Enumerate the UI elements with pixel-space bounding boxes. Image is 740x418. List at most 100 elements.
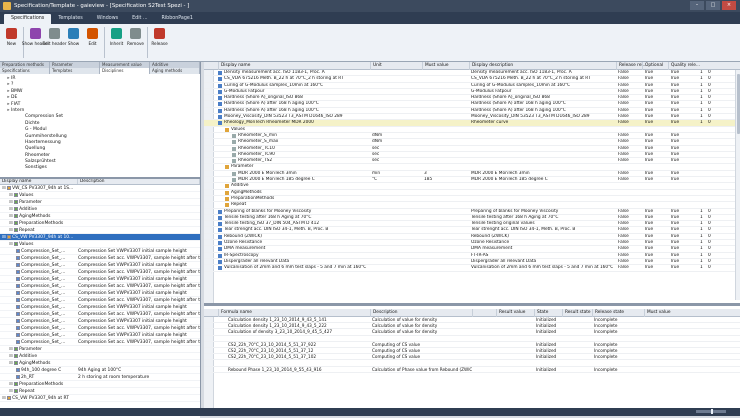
tab-templates[interactable]: Templates — [50, 68, 100, 74]
tree-row[interactable]: Compression_Set_... Compression Set acc. … — [0, 255, 200, 262]
tree-row[interactable]: ⊟ Values — [0, 192, 200, 199]
cell-r: False — [618, 265, 629, 271]
tree-row[interactable]: Compression_Set_... Compression Set VWPV3… — [0, 332, 200, 339]
tree-row[interactable]: Compression_Set_... Compression Set acc. … — [0, 325, 200, 332]
tab-aging-methods[interactable]: Aging methods — [150, 68, 200, 74]
node-icon — [14, 199, 19, 204]
row-icon — [232, 133, 236, 138]
menu-item[interactable]: Edit ... — [125, 14, 154, 24]
tree-row[interactable]: Compression_Set_... Compression Set acc. … — [0, 297, 200, 304]
tree-row[interactable]: Compression_Set_... Compression Set VWPV3… — [0, 248, 200, 255]
tree-row[interactable]: ⊟ Additive — [0, 353, 200, 360]
tree-row[interactable]: ⊟ PreparationMethods — [0, 381, 200, 388]
tree-row[interactable]: Compression_Set_... Compression Set acc. … — [0, 283, 200, 290]
edit-header-icon — [49, 28, 60, 39]
tree-display-name: ⊟ Values — [0, 241, 78, 247]
tree-row-name: Compression_Set_... — [21, 249, 66, 254]
tree-row[interactable]: ⊟ Parameter — [0, 199, 200, 206]
window-controls: – □ × — [690, 1, 736, 10]
menu-item[interactable]: Specifications — [4, 14, 52, 24]
tree-row[interactable]: ⊟ CS_VW PV3307_94h at RT — [0, 395, 200, 402]
tree-node-label: G - Modul — [25, 127, 47, 133]
tree-row[interactable]: ⊟ CS_VW PV3307_94h at 10... — [0, 234, 200, 241]
tree-node[interactable]: Sonstiges — [0, 165, 200, 171]
column-header[interactable]: Result state — [562, 309, 591, 317]
tree-row[interactable]: Compression_Set_... Compression Set acc. … — [0, 339, 200, 346]
tree-row[interactable]: ⊟ Values — [0, 241, 200, 248]
tree-row-description: Compression Set acc. VWPV3307, sample he… — [78, 312, 200, 317]
column-header[interactable] — [472, 309, 475, 317]
minimize-button[interactable]: – — [690, 1, 704, 10]
node-icon — [16, 339, 20, 344]
tree-row[interactable]: ⊟ Repeat — [0, 227, 200, 234]
formula-description: Calculation of Phase value from Rebound … — [372, 366, 472, 372]
tree-row-name: CS_VW PV3307_94h at 10... — [12, 235, 74, 240]
node-icon — [16, 297, 20, 302]
menu-item[interactable]: RibbonPage1 — [155, 14, 200, 24]
tree-row-description — [78, 241, 200, 247]
release-icon — [154, 28, 165, 39]
zoom-slider[interactable] — [696, 409, 726, 414]
column-header[interactable]: Display name — [218, 62, 250, 70]
tree-row-description — [78, 360, 200, 366]
test-methods-header: Display name Unit Must value Display descri… — [204, 62, 740, 70]
tab-specifications[interactable]: Specifications — [0, 68, 50, 74]
maximize-button[interactable]: □ — [706, 1, 720, 10]
column-header[interactable]: Optional — [642, 62, 663, 70]
tree-display-name: 94h_100 degree C — [0, 367, 78, 373]
tree-row[interactable]: ⊟ AgingMethods — [0, 360, 200, 367]
show-header-icon — [30, 28, 41, 39]
column-header[interactable]: Unit — [370, 62, 382, 70]
ribbon-button-label: Edit — [88, 41, 97, 46]
release-button[interactable]: Release — [151, 26, 168, 59]
remove-button[interactable]: Remove — [127, 26, 144, 59]
tree-row[interactable]: Compression_Set_... Compression Set acc. … — [0, 269, 200, 276]
menu-item[interactable]: Windows — [90, 14, 125, 24]
test-method-row[interactable]: Vulcanisation of 2mm and 6 mm test slaps… — [204, 265, 740, 272]
tree-row-description — [78, 213, 200, 219]
tree-row[interactable]: 94h_100 degree C 94h Aging at 100°C — [0, 367, 200, 374]
tree-row[interactable]: Compression_Set_... Compression Set VWPV3… — [0, 318, 200, 325]
tree-row[interactable]: ⊟ Repeat — [0, 388, 200, 395]
tree-row[interactable]: Compression_Set_... Compression Set acc. … — [0, 311, 200, 318]
edit-button[interactable]: Edit — [84, 26, 101, 59]
tree-row[interactable]: ⊟ Parameter — [0, 346, 200, 353]
column-header[interactable]: Must value — [644, 309, 670, 317]
column-header[interactable]: State — [534, 309, 548, 317]
edit-header-button[interactable]: Edit header — [42, 26, 67, 59]
inherit-button[interactable]: Inherit — [108, 26, 125, 59]
column-header[interactable]: Result value — [496, 309, 525, 317]
column-description[interactable]: Description — [78, 179, 200, 184]
column-header[interactable]: Description — [370, 309, 397, 317]
new-button[interactable]: New — [3, 26, 20, 59]
tree-row[interactable]: ⊟ PreparationMethods — [0, 220, 200, 227]
tree-row[interactable]: ⊟ AgingMethods — [0, 213, 200, 220]
column-header[interactable]: Display description — [469, 62, 513, 70]
column-header[interactable]: Release state — [592, 309, 624, 317]
show-button[interactable]: Show — [65, 26, 82, 59]
row-icon — [232, 146, 236, 151]
menu-item[interactable]: Templates — [51, 14, 89, 24]
column-header[interactable]: Quality rele... — [668, 62, 700, 70]
window-title: Specification/Template - gaieview - [Spe… — [14, 3, 190, 9]
close-button[interactable]: × — [722, 1, 736, 10]
vertical-scrollbar[interactable] — [735, 70, 740, 300]
tree-row-description: Compression Set VWPV3307 initial sample … — [78, 263, 187, 268]
tree-row[interactable]: 2h_RT 2 h storing at room temperature — [0, 374, 200, 381]
formula-row[interactable]: Rebound Phase 1_23_10_2014_9_55_43_916 Ca… — [204, 367, 740, 373]
tree-row[interactable]: Compression_Set_... Compression Set VWPV3… — [0, 290, 200, 297]
tree-node-label: DE — [11, 95, 18, 101]
zoom-slider-thumb[interactable] — [711, 409, 713, 414]
tab-disciplines[interactable]: Disciplines — [100, 68, 150, 74]
menu-bar: Specifications Templates Windows Edit ... Ri… — [0, 12, 740, 24]
tree-row[interactable]: Compression_Set_... Compression Set VWPV3… — [0, 304, 200, 311]
tree-row[interactable]: ⊟ VW_CS PV3307_94h at 1S... — [0, 185, 200, 192]
test-methods-rows: Density measurement acc. ISO 1183-1, Pro… — [204, 70, 740, 272]
column-header[interactable]: Formula name — [218, 309, 252, 317]
column-header[interactable]: Must value — [422, 62, 448, 70]
tree-row[interactable]: ⊟ Additive — [0, 206, 200, 213]
column-display-name[interactable]: Display name — [0, 179, 78, 184]
tree-node-label: Gummiherstellung — [25, 133, 67, 139]
tree-row[interactable]: Compression_Set_... Compression Set VWPV3… — [0, 276, 200, 283]
tree-row[interactable]: Compression_Set_... Compression Set VWPV3… — [0, 262, 200, 269]
